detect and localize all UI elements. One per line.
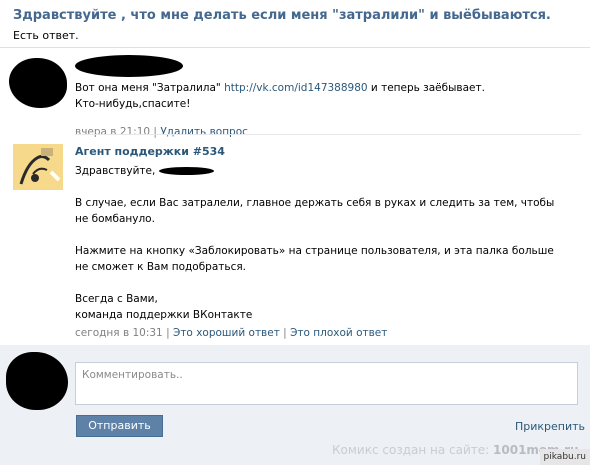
answer-meta: сегодня в 10:31 | Это хороший ответ | Эт…	[75, 325, 565, 341]
answer-paragraph-1: В случае, если Вас затралели, главное де…	[75, 197, 555, 225]
answer-time: сегодня в 10:31	[75, 327, 163, 339]
meta-separator: |	[283, 327, 287, 339]
question-meta: вчера в 21:10 | Удалить вопрос	[75, 124, 505, 140]
delete-question-link[interactable]: Удалить вопрос	[160, 126, 248, 138]
comment-input[interactable]: Комментировать..	[75, 362, 578, 405]
question-time: вчера в 21:10	[75, 126, 151, 138]
header-divider	[0, 47, 590, 48]
profile-link[interactable]: http://vk.com/id147388980	[224, 82, 367, 94]
attach-link[interactable]: Прикрепить	[515, 420, 585, 433]
question-title: Здравствуйте , что мне делать если меня …	[13, 8, 551, 23]
meta-separator: |	[166, 327, 170, 339]
send-button[interactable]: Отправить	[76, 415, 163, 437]
answer-sign-2: команда поддержки ВКонтакте	[75, 309, 253, 321]
meta-separator: |	[153, 126, 157, 138]
question-answer-separator	[75, 134, 581, 135]
pikabu-badge: pikabu.ru	[539, 449, 590, 465]
answer-status: Есть ответ.	[13, 29, 79, 42]
asker-avatar-censored	[9, 58, 67, 108]
answer-greeting: Здравствуйте,	[75, 165, 156, 177]
answer-sign-1: Всегда с Вами,	[75, 293, 158, 305]
recipient-name-censored	[158, 167, 214, 175]
agent-name[interactable]: Агент поддержки #534	[75, 145, 225, 158]
bad-answer-link[interactable]: Это плохой ответ	[290, 327, 387, 339]
commenter-avatar-censored	[6, 352, 68, 410]
asker-name-censored	[75, 55, 183, 77]
agent-avatar	[13, 144, 63, 190]
watermark-prefix: Комикс создан на сайте:	[332, 443, 490, 457]
question-text: Вот она меня "Затралила" http://vk.com/i…	[75, 80, 505, 140]
answer-paragraph-2: Нажмите на кнопку «Заблокировать» на стр…	[75, 245, 554, 273]
agent-avatar-image	[13, 144, 63, 190]
question-text-start: Вот она меня "Затралила"	[75, 82, 225, 94]
answer-body: Здравствуйте, В случае, если Вас затрале…	[75, 163, 565, 341]
good-answer-link[interactable]: Это хороший ответ	[173, 327, 280, 339]
